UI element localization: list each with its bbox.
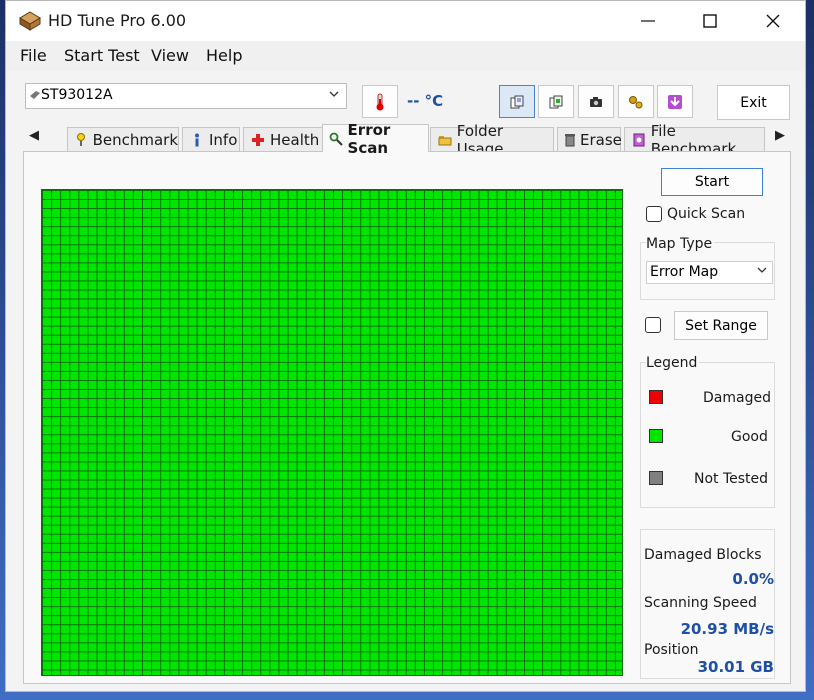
tab-label: Info — [209, 130, 238, 149]
copy-screenshot-button[interactable] — [538, 85, 574, 118]
tab-erase[interactable]: Erase — [557, 127, 622, 151]
map-type-label: Map Type — [646, 236, 715, 252]
options-button[interactable] — [618, 85, 654, 118]
save-icon — [668, 94, 682, 109]
damaged-blocks-label: Damaged Blocks — [644, 547, 762, 563]
magnifier-icon — [329, 131, 344, 147]
benchmark-icon — [74, 132, 89, 148]
chevron-down-icon — [757, 267, 767, 273]
tab-label: Benchmark — [92, 130, 178, 149]
window-title: HD Tune Pro 6.00 — [48, 11, 187, 30]
save-button[interactable] — [657, 85, 693, 118]
tab-scroll-left-icon[interactable]: ◀ — [29, 128, 39, 143]
tab-folder-usage[interactable]: Folder Usage — [430, 122, 554, 158]
maximize-icon — [703, 14, 717, 28]
menu-view[interactable]: View — [151, 46, 189, 65]
legend-label-good: Good — [731, 429, 768, 445]
copy-text-button[interactable] — [499, 85, 535, 118]
app-window: HD Tune Pro 6.00 File Start Test View He… — [5, 0, 806, 692]
tab-error-scan[interactable]: Error Scan — [322, 121, 429, 157]
menu-file[interactable]: File — [20, 46, 47, 65]
tab-label: Erase — [580, 130, 622, 149]
set-range-checkbox[interactable] — [645, 317, 661, 333]
menu-help[interactable]: Help — [206, 46, 242, 65]
error-map-grid — [41, 189, 623, 676]
scanning-speed-value: 20.93 MB/s — [680, 620, 774, 638]
position-value: 30.01 GB — [697, 658, 774, 676]
minimize-icon — [641, 20, 655, 22]
tab-info[interactable]: Info — [182, 127, 240, 151]
legend-swatch-not-tested — [649, 471, 663, 485]
app-icon — [19, 11, 41, 31]
temperature-readout: -- °C — [407, 92, 444, 110]
health-icon — [250, 132, 266, 148]
start-button[interactable]: Start — [661, 168, 763, 196]
drive-select-value: ST93012A — [41, 87, 113, 103]
info-icon — [189, 132, 205, 148]
tab-health[interactable]: Health — [243, 127, 323, 151]
close-button[interactable] — [742, 1, 804, 41]
close-icon — [766, 14, 780, 28]
legend-swatch-damaged — [649, 390, 663, 404]
tab-label: Health — [270, 130, 320, 149]
options-icon — [629, 95, 643, 108]
drive-icon — [30, 91, 40, 99]
map-type-select[interactable]: Error Map — [646, 261, 773, 284]
copy-text-icon — [510, 95, 524, 108]
tab-benchmark[interactable]: Benchmark — [67, 127, 179, 151]
tab-file-benchmark[interactable]: File Benchmark — [624, 122, 765, 158]
trash-icon — [564, 132, 576, 148]
file-benchmark-icon — [631, 132, 647, 148]
set-range-button[interactable]: Set Range — [674, 311, 768, 340]
map-type-value: Error Map — [650, 264, 719, 280]
folder-icon — [437, 132, 453, 148]
menu-start-test[interactable]: Start Test — [64, 46, 140, 65]
maximize-button[interactable] — [679, 1, 741, 41]
legend-swatch-good — [649, 429, 663, 443]
title-bar[interactable]: HD Tune Pro 6.00 — [6, 1, 805, 41]
menu-bar: File Start Test View Help — [6, 41, 805, 71]
tab-scroll-right-icon[interactable]: ▶ — [775, 128, 785, 143]
tab-strip: ◀ Benchmark Info Health Error Scan Folde… — [23, 121, 798, 158]
legend-label-damaged: Damaged — [703, 390, 771, 406]
minimize-button[interactable] — [617, 1, 679, 41]
damaged-blocks-value: 0.0% — [732, 570, 774, 588]
drive-select[interactable]: ST93012A — [25, 83, 347, 109]
legend-label-not-tested: Not Tested — [694, 471, 769, 487]
scanning-speed-label: Scanning Speed — [644, 595, 757, 611]
exit-button[interactable]: Exit — [717, 85, 790, 120]
legend-title: Legend — [646, 355, 700, 371]
temperature-button[interactable] — [362, 85, 398, 118]
thermometer-icon — [376, 93, 384, 110]
position-label: Position — [644, 642, 699, 658]
tab-label: Error Scan — [347, 120, 391, 157]
quick-scan-checkbox[interactable] — [646, 206, 662, 222]
camera-button[interactable] — [578, 85, 614, 118]
quick-scan-label: Quick Scan — [667, 206, 746, 222]
copy-screenshot-icon — [549, 95, 563, 108]
chevron-down-icon — [329, 91, 339, 97]
camera-icon — [590, 96, 602, 107]
